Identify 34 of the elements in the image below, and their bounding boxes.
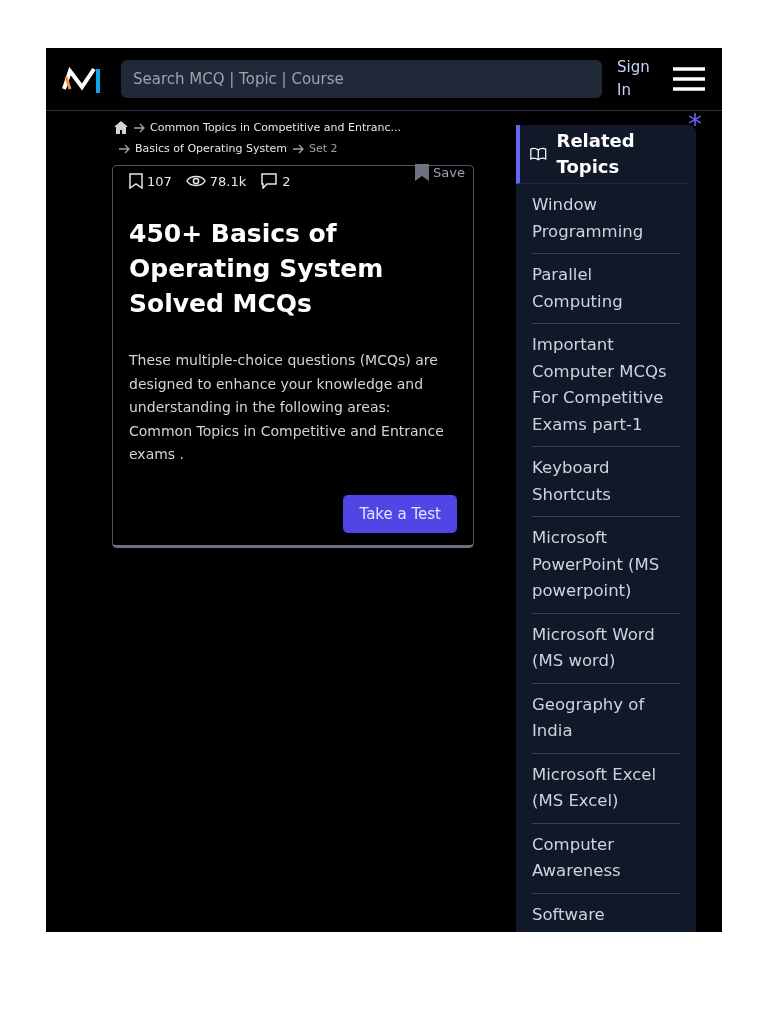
- eye-icon: [185, 174, 206, 188]
- topic-link[interactable]: Microsoft Word (MS word): [532, 613, 680, 684]
- search-field[interactable]: Search MCQ | Topic | Course: [121, 60, 602, 98]
- page-title: 450+ Basics of Operating System Solved MCQs: [129, 218, 385, 320]
- sign-in-link[interactable]: Sign In: [617, 56, 657, 102]
- topic-link[interactable]: Computer Awareness: [532, 823, 680, 894]
- comment-count: 2: [282, 173, 291, 189]
- arrow-icon: [133, 121, 145, 134]
- book-icon: [530, 146, 547, 162]
- topic-link[interactable]: Software: [532, 893, 680, 932]
- topic-link[interactable]: Microsoft Excel (MS Excel): [532, 753, 680, 824]
- panel-title: Related Topics: [556, 129, 636, 179]
- description: These multiple-choice questions (MCQs) are designed to enhance your knowledge and understanding in the following areas: Common Topics in Competitive and Entrance exams .: [129, 351, 445, 464]
- save-button[interactable]: Save: [415, 164, 465, 181]
- bookmark-count: 107: [147, 173, 172, 189]
- breadcrumb-current: Set 2: [308, 142, 338, 155]
- home-icon[interactable]: [114, 121, 128, 134]
- breadcrumb-link[interactable]: Basics of Operating System: [135, 142, 287, 155]
- topic-link[interactable]: Keyboard Shortcuts: [532, 447, 680, 517]
- comment-icon: [260, 173, 279, 189]
- topic-link[interactable]: Parallel Computing: [532, 254, 680, 324]
- asterisk-mark: *: [688, 111, 702, 139]
- take-test-button[interactable]: Take a Test: [343, 495, 457, 533]
- topic-link[interactable]: Geography of India: [532, 683, 680, 754]
- view-count: 78.1k: [209, 173, 247, 189]
- bookmark-icon: [415, 164, 430, 181]
- topic-link[interactable]: Window Programming: [532, 184, 680, 254]
- arrow-icon: [291, 142, 304, 155]
- menu-icon[interactable]: [672, 67, 706, 91]
- arrow-icon: [118, 142, 130, 155]
- topic-link[interactable]: Important Computer MCQs For Competitive Exams part-1: [532, 324, 680, 447]
- breadcrumb-link[interactable]: Common Topics in Competitive and Entranc...: [150, 121, 402, 134]
- bookmark-icon: [129, 173, 143, 189]
- topic-link[interactable]: Microsoft PowerPoint (MS powerpoint): [532, 517, 680, 614]
